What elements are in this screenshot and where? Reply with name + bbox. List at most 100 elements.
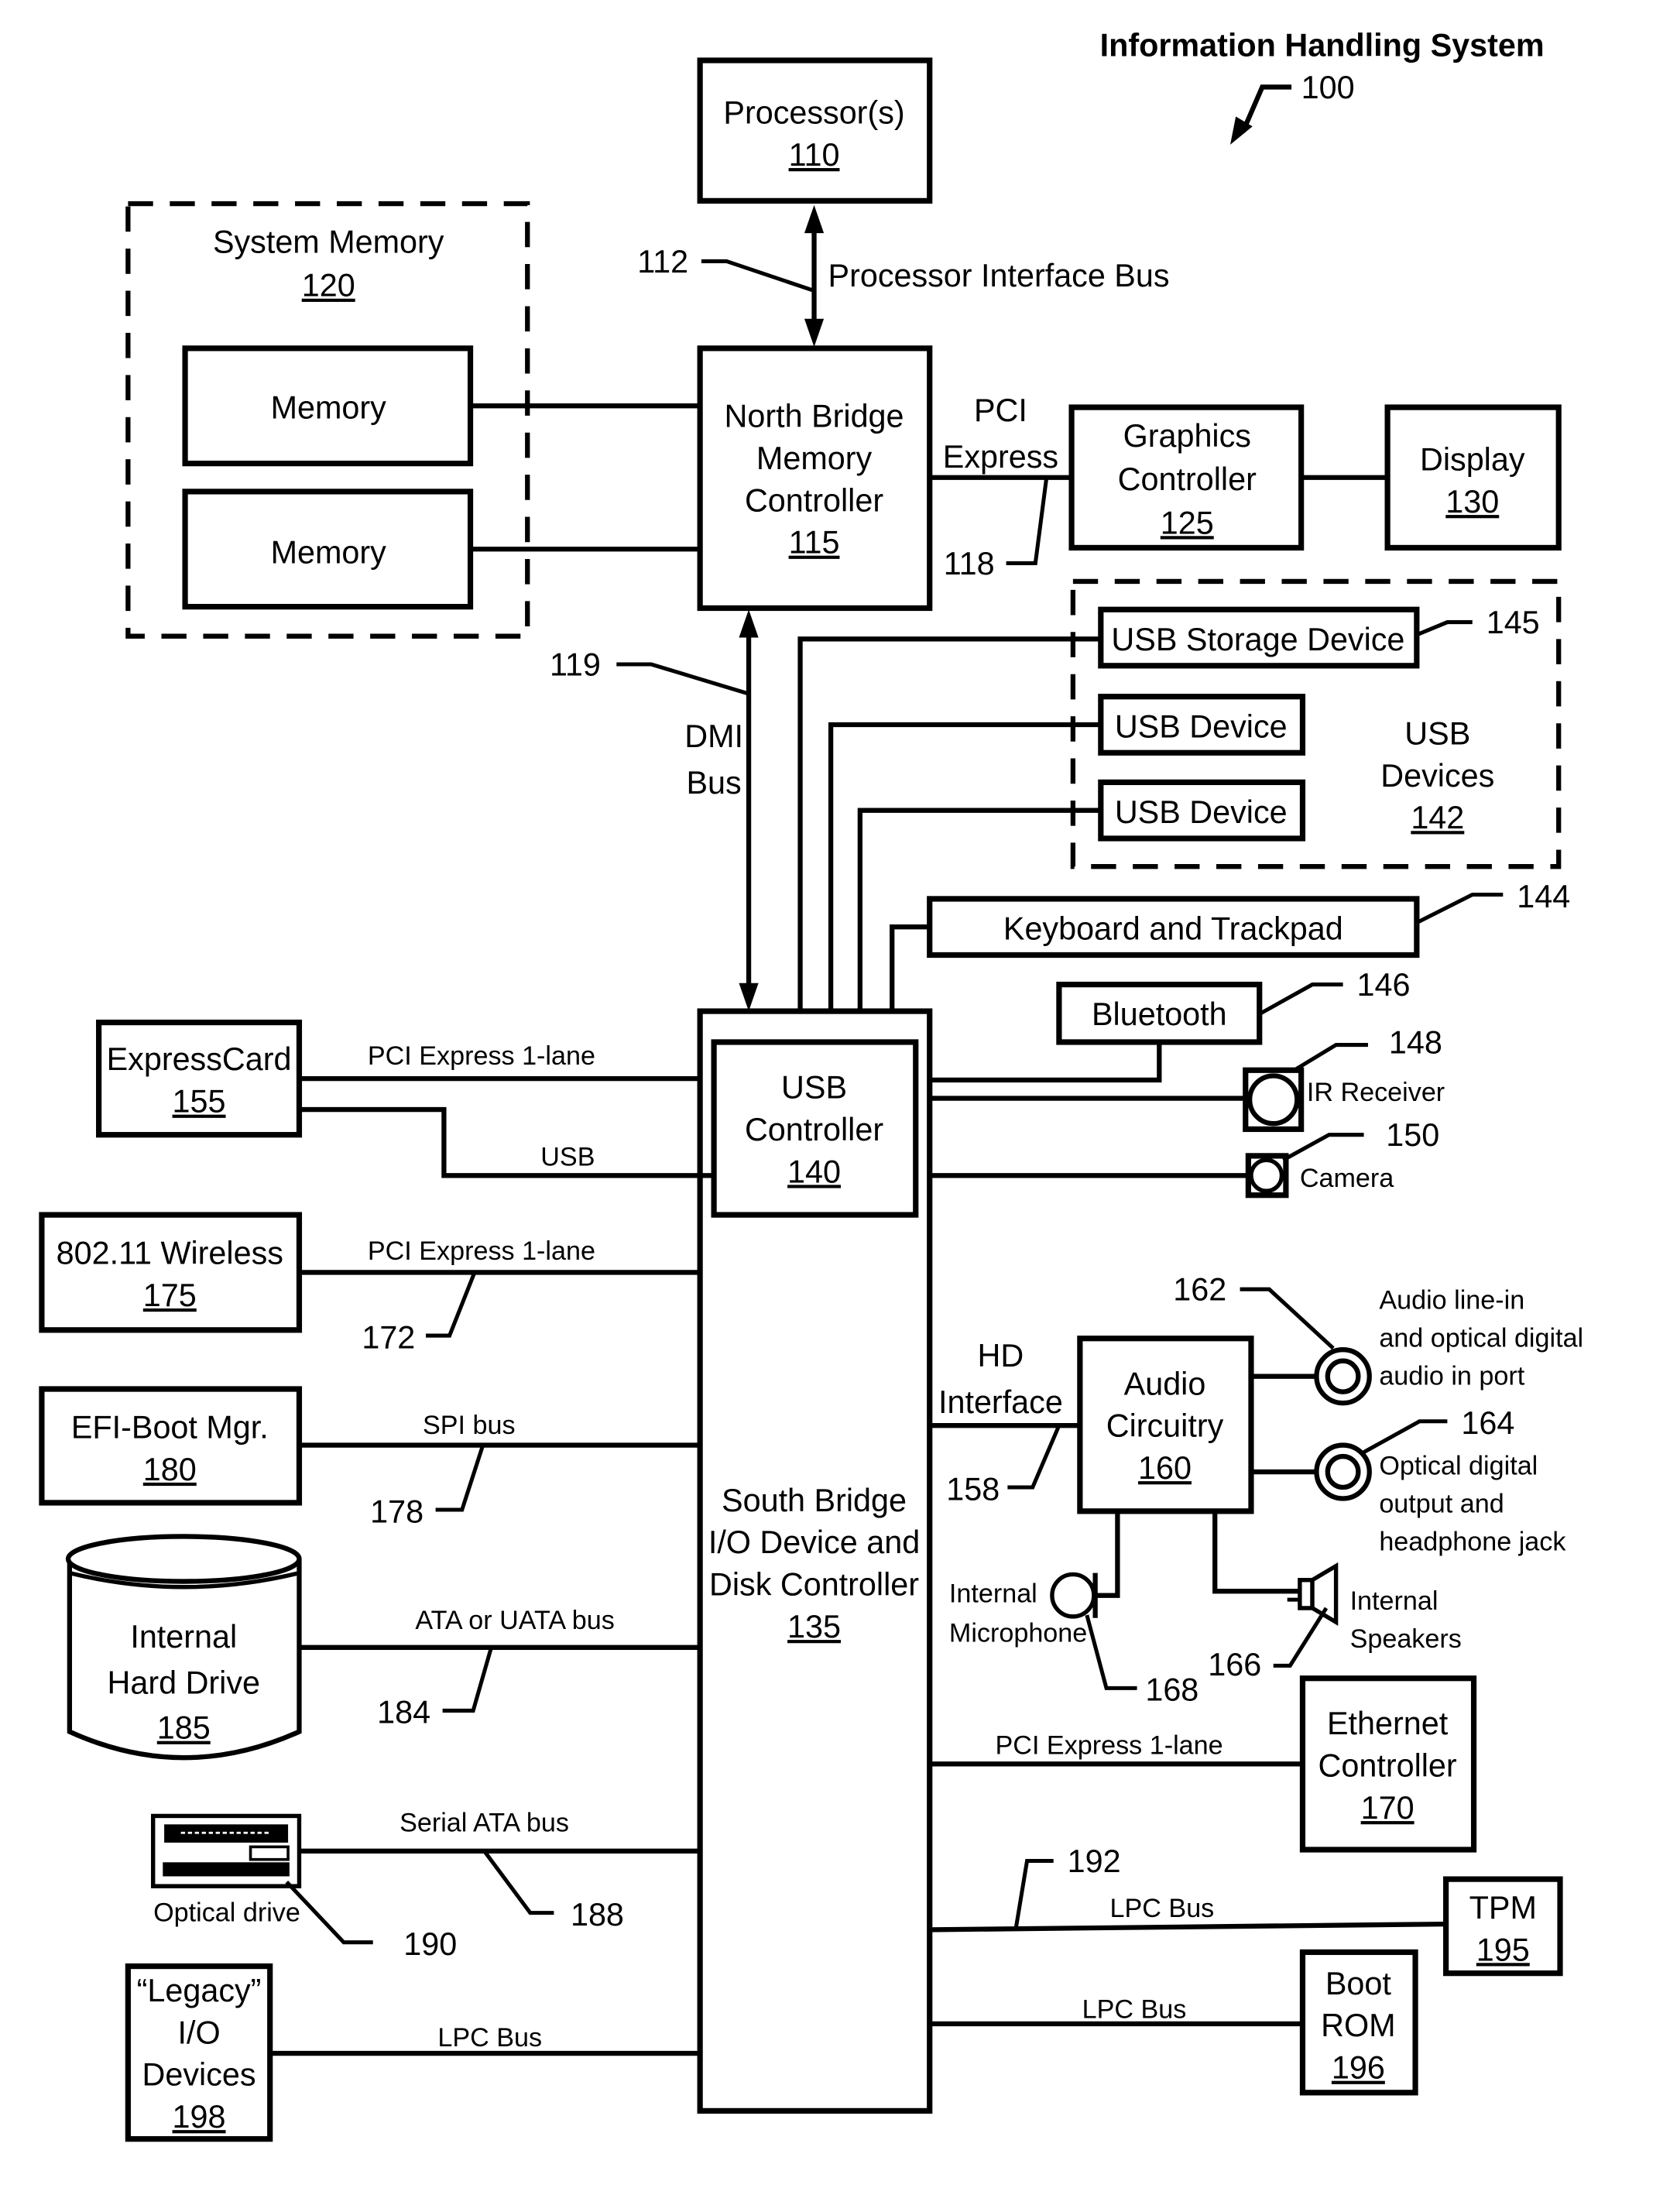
north-bridge-line-2: Memory: [756, 440, 872, 476]
system-memory-group: System Memory 120 Memory Memory: [125, 201, 701, 639]
optical-drive-ref: 190: [403, 1926, 457, 1962]
boot-rom-line-2: ROM: [1321, 2007, 1395, 2043]
expresscard-label: ExpressCard: [107, 1041, 292, 1077]
processor-bus-label: Processor Interface Bus: [828, 257, 1170, 293]
audio-circuitry-block: Audio Circuitry 160 HD Interface 158: [929, 1336, 1254, 1514]
ethernet-ref: 170: [1361, 1789, 1415, 1826]
microphone-ref: 168: [1145, 1672, 1198, 1708]
microphone-line-1: Internal: [949, 1579, 1037, 1609]
keyboard-ref: 144: [1517, 878, 1570, 914]
camera: Camera 150: [915, 1116, 1439, 1199]
bluetooth-label: Bluetooth: [1092, 996, 1227, 1032]
audio-line-in-line-2: and optical digital: [1379, 1323, 1583, 1353]
efi-boot-bus-ref: 178: [370, 1493, 424, 1529]
diagram-title: Information Handling System: [1100, 26, 1545, 63]
south-bridge-line-3: Disk Controller: [709, 1566, 919, 1602]
usb-devices-group: USB Storage Device 145 USB Device USB De…: [1070, 578, 1562, 869]
microphone-line-2: Microphone: [949, 1618, 1087, 1648]
graphics-line-2: Controller: [1118, 461, 1257, 497]
optical-drive-label: Optical drive: [153, 1898, 300, 1927]
optical-out-line-3: headphone jack: [1379, 1527, 1566, 1556]
pci-express-link: PCI Express 118: [929, 392, 1072, 581]
expresscard-bus-1: PCI Express 1-lane: [368, 1041, 595, 1071]
tpm-ref: 195: [1476, 1931, 1530, 1967]
processor-label: Processor(s): [723, 94, 904, 130]
tpm-bus: LPC Bus: [1110, 1894, 1215, 1923]
dmi-ref: 119: [550, 646, 601, 682]
dmi-line-2: Bus: [687, 764, 742, 801]
usb-storage-ref: 145: [1487, 604, 1540, 640]
usb-controller-ref: 140: [787, 1153, 841, 1189]
legacy-io-line-3: Devices: [142, 2056, 256, 2093]
display-label: Display: [1420, 441, 1525, 478]
efi-boot-bus: SPI bus: [423, 1411, 516, 1440]
keyboard-trackpad-block: Keyboard and Trackpad 144: [927, 878, 1570, 959]
display-block: Display 130: [1384, 404, 1562, 551]
usb-devices-ref: 142: [1411, 799, 1464, 835]
speakers-line-1: Internal: [1350, 1586, 1439, 1616]
legacy-io-line-1: “Legacy”: [137, 1972, 262, 2008]
hard-drive-ref: 185: [157, 1710, 211, 1746]
usb-device-1-label: USB Device: [1115, 708, 1288, 744]
boot-rom-bus: LPC Bus: [1082, 1995, 1187, 2025]
dmi-bus: 119 DMI Bus: [550, 609, 759, 1012]
north-bridge-line-1: North Bridge: [725, 397, 904, 434]
wireless-label: 802.11 Wireless: [57, 1234, 283, 1271]
legacy-io-line-2: I/O: [177, 2014, 220, 2050]
optical-output-jack: 164 Optical digital output and headphone…: [1250, 1404, 1566, 1557]
block-diagram: Information Handling System 100 Processo…: [39, 26, 1583, 2142]
audio-line-in-ref: 162: [1173, 1271, 1226, 1308]
processor-ref: 110: [789, 136, 840, 173]
boot-rom-ref: 196: [1332, 2049, 1385, 2086]
ref-100: 100: [1301, 69, 1355, 105]
tpm-block: TPM 195 LPC Bus 192: [929, 1843, 1563, 1977]
north-bridge-ref: 115: [789, 524, 840, 561]
pci-express-line-1: PCI: [974, 392, 1027, 428]
expresscard-ref: 155: [173, 1082, 226, 1119]
boot-rom-line-1: Boot: [1325, 1965, 1391, 2001]
camera-ref: 150: [1386, 1116, 1439, 1153]
wireless-bus-ref: 172: [362, 1319, 415, 1355]
audio-ref: 160: [1138, 1449, 1192, 1486]
hd-interface-line-2: Interface: [938, 1384, 1063, 1420]
system-memory-label: System Memory: [213, 223, 444, 259]
optical-out-line-1: Optical digital: [1379, 1452, 1538, 1481]
display-ref: 130: [1445, 483, 1499, 520]
optical-out-ref: 164: [1461, 1404, 1514, 1441]
pci-express-line-2: Express: [943, 438, 1058, 475]
wireless-bus: PCI Express 1-lane: [368, 1236, 595, 1266]
bluetooth-block: Bluetooth 146: [915, 966, 1411, 1083]
legacy-io-block: “Legacy” I/O Devices 198 LPC Bus: [125, 1963, 701, 2142]
hd-interface-ref: 158: [946, 1470, 1000, 1507]
graphics-line-1: Graphics: [1123, 417, 1251, 454]
optical-drive-bus-ref: 188: [571, 1896, 624, 1932]
camera-label: Camera: [1300, 1164, 1394, 1193]
legacy-io-bus: LPC Bus: [437, 2023, 542, 2053]
wireless-block: 802.11 Wireless 175 PCI Express 1-lane 1…: [39, 1212, 701, 1355]
south-bridge-line-2: I/O Device and: [708, 1524, 920, 1560]
optical-drive-bus: Serial ATA bus: [399, 1808, 569, 1837]
graphics-controller-block: Graphics Controller 125: [1068, 404, 1305, 551]
system-memory-ref: 120: [302, 267, 355, 304]
pci-express-ref: 118: [944, 545, 995, 581]
hd-interface-line-1: HD: [978, 1337, 1024, 1373]
efi-boot-label: EFI-Boot Mgr.: [71, 1408, 269, 1445]
wireless-ref: 175: [143, 1277, 197, 1313]
tpm-label: TPM: [1469, 1889, 1537, 1926]
efi-boot-block: EFI-Boot Mgr. 180 SPI bus 178: [39, 1386, 701, 1529]
memory-module-2: Memory: [271, 533, 386, 570]
usb-devices-line-1: USB: [1404, 715, 1470, 751]
usb-controller-line-2: Controller: [745, 1111, 883, 1147]
usb-controller-line-1: USB: [781, 1068, 847, 1105]
ethernet-line-2: Controller: [1319, 1747, 1457, 1783]
processor-block: Processor(s) 110: [697, 57, 933, 204]
hard-drive-line-2: Hard Drive: [108, 1664, 260, 1700]
speakers-line-2: Speakers: [1350, 1624, 1462, 1654]
processor-bus-ref: 112: [637, 243, 688, 280]
audio-line-1: Audio: [1124, 1365, 1206, 1401]
bluetooth-ref: 146: [1357, 966, 1411, 1003]
hard-drive-bus: ATA or UATA bus: [415, 1606, 614, 1635]
usb-device-2-label: USB Device: [1115, 794, 1288, 830]
ir-receiver-label: IR Receiver: [1307, 1078, 1445, 1107]
usb-controller-block: USB Controller 140: [711, 1039, 919, 1218]
